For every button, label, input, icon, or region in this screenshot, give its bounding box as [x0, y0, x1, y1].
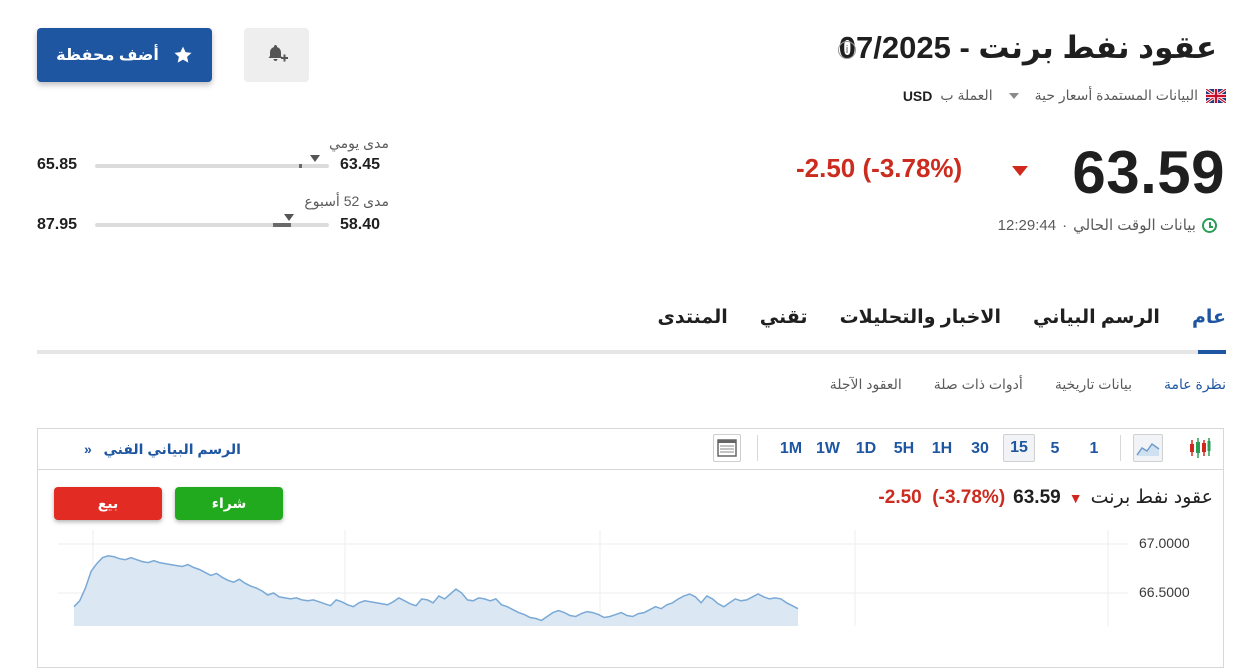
time-sep: ·: [1062, 216, 1068, 234]
change-percent: (-3.78%): [862, 153, 963, 183]
active-tab-indicator: [1198, 350, 1226, 354]
subtab-0[interactable]: نظرة عامة: [1164, 376, 1226, 393]
candlestick-chart-button[interactable]: [1185, 434, 1215, 462]
daily-range-low: 63.45: [340, 156, 381, 173]
timeframe-1d[interactable]: 1D: [851, 439, 881, 459]
week52-range-label: مدى 52 أسبوع: [304, 193, 389, 209]
daily-range-high: 65.85: [37, 156, 78, 173]
main-tabs: عام الرسم البياني الاخبار والتحليلات تقني ال…: [657, 306, 1226, 341]
quote-time: بيانات الوقت الحالي · 12:29:44: [998, 216, 1217, 234]
buy-button[interactable]: شراء: [175, 487, 283, 520]
chart-change: -2.50 (-3.78%): [878, 487, 1005, 509]
timeframe-1h[interactable]: 1H: [927, 439, 957, 459]
time-value: 12:29:44: [997, 216, 1057, 234]
week52-range-low: 58.40: [340, 216, 381, 233]
subtab-3[interactable]: العقود الآجلة: [830, 376, 902, 393]
timeframe-1m[interactable]: 1M: [776, 439, 806, 459]
daily-range-fill: [298, 164, 302, 168]
currency-label: العملة ب: [940, 87, 993, 103]
tabs-divider: [37, 350, 1226, 354]
week52-range-fill: [273, 223, 292, 227]
tab-2[interactable]: الاخبار والتحليلات: [840, 306, 1001, 341]
add-alert-button[interactable]: [244, 28, 309, 82]
instrument-title: عقود نفط برنت - 07/2025: [838, 30, 1217, 65]
daily-range-marker: [309, 155, 320, 162]
info-icon[interactable]: i: [838, 41, 856, 59]
area-chart-icon: [1136, 442, 1160, 456]
timeframe-1w[interactable]: 1W: [813, 439, 843, 459]
add-to-watchlist-button[interactable]: أضف محفظة: [37, 28, 212, 82]
price-chart[interactable]: [38, 530, 1128, 626]
y-tick-label: 66.5000: [1139, 584, 1190, 600]
tab-3[interactable]: تقني: [760, 306, 808, 341]
down-arrow-icon: ▼: [1068, 489, 1083, 506]
watchlist-label: أضف محفظة: [56, 47, 159, 64]
area-chart-button[interactable]: [1133, 434, 1163, 462]
toolbar-separator: [1120, 435, 1121, 461]
uk-flag-icon: [1206, 88, 1226, 103]
timeframe-15[interactable]: 15: [1003, 434, 1035, 462]
price-change: -2.50 (-3.78%): [796, 153, 962, 184]
sub-tabs: نظرة عامة بيانات تاريخية أدوات ذات صلة العق…: [830, 376, 1226, 393]
chevron-down-icon[interactable]: [1008, 92, 1019, 99]
daily-range-label: مدى يومي: [329, 135, 389, 151]
week52-range-high: 87.95: [37, 216, 78, 233]
chart-price: 63.59: [1013, 486, 1061, 508]
currency-code: USD: [902, 87, 933, 104]
timeframe-30[interactable]: 30: [965, 439, 995, 459]
last-price: 63.59: [1072, 139, 1225, 206]
technical-link-label: الرسم البياني الفني: [103, 441, 241, 457]
technical-link-arrow: »: [84, 441, 92, 457]
sell-button[interactable]: بيع: [54, 487, 162, 520]
y-tick-label: 67.0000: [1139, 535, 1190, 551]
tab-4[interactable]: المنتدى: [657, 306, 727, 341]
timeframe-5h[interactable]: 5H: [889, 439, 919, 459]
table-icon: [717, 439, 737, 457]
data-source-line: البيانات المستمدة أسعار حية العملة ب USD: [903, 87, 1226, 104]
data-source-text: البيانات المستمدة أسعار حية: [1034, 87, 1198, 103]
table-view-button[interactable]: [713, 434, 741, 462]
star-icon: [174, 46, 192, 63]
clock-icon: [1202, 217, 1217, 233]
chart-change-value: -2.50: [878, 486, 922, 508]
technical-chart-link[interactable]: » الرسم البياني الفني: [84, 441, 241, 458]
bell-plus-icon: [268, 45, 288, 62]
time-label: بيانات الوقت الحالي: [1073, 217, 1196, 234]
timeframe-5[interactable]: 5: [1040, 439, 1070, 459]
chart-change-percent: (-3.78%): [932, 486, 1006, 508]
toolbar-separator: [757, 435, 758, 461]
subtab-1[interactable]: بيانات تاريخية: [1055, 376, 1132, 393]
tab-1[interactable]: الرسم البياني: [1033, 306, 1160, 341]
tab-0[interactable]: عام: [1192, 306, 1226, 341]
chart-instrument-name: عقود نفط برنت: [1090, 487, 1213, 508]
week52-range-bar: [95, 223, 329, 227]
timeframe-1[interactable]: 1: [1079, 439, 1109, 459]
change-value: -2.50: [796, 153, 856, 183]
week52-range-marker: [284, 214, 295, 221]
candlestick-icon: [1190, 438, 1211, 458]
subtab-2[interactable]: أدوات ذات صلة: [934, 376, 1023, 393]
daily-range-bar: [95, 164, 329, 168]
chart-quote-row: عقود نفط برنت ▼ 63.59 -2.50 (-3.78%): [878, 486, 1213, 509]
down-arrow-icon: [1012, 166, 1028, 176]
